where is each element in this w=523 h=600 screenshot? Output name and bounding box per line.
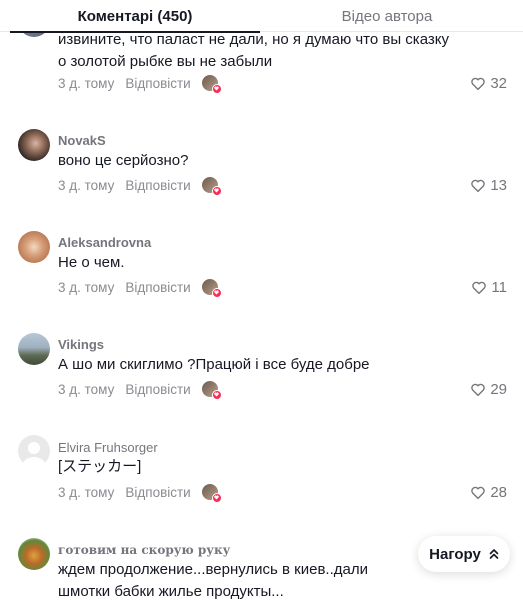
creator-liked-icon xyxy=(201,279,222,298)
creator-liked-icon xyxy=(201,75,222,94)
like-button[interactable]: 32 xyxy=(471,73,507,93)
reply-button[interactable]: Відповісти xyxy=(125,382,190,397)
comment-username[interactable]: готовим на скорую руку xyxy=(58,543,230,557)
avatar[interactable] xyxy=(18,538,50,570)
reply-button[interactable]: Відповісти xyxy=(125,485,190,500)
tab-comments[interactable]: Коментарі (450) xyxy=(10,0,260,33)
like-count: 29 xyxy=(490,380,507,398)
comment-tabs: Коментарі (450) Відео автора xyxy=(0,0,523,33)
back-to-top-label: Нагору xyxy=(429,545,481,563)
comment-text: ждем продолжение...вернулись в киев..дал… xyxy=(58,561,368,600)
avatar[interactable] xyxy=(18,129,50,161)
like-button[interactable]: 13 xyxy=(471,175,507,195)
reply-button[interactable]: Відповісти xyxy=(125,76,190,91)
comment-username[interactable]: Vikings xyxy=(58,337,104,352)
avatar[interactable] xyxy=(18,333,50,365)
comment-time: 3 д. тому xyxy=(58,75,115,91)
creator-liked-icon xyxy=(201,381,222,400)
comment-text: [ステッカー] xyxy=(58,458,142,475)
heart-outline-icon xyxy=(471,77,486,90)
heart-outline-icon xyxy=(471,179,486,192)
comment-username[interactable]: NovakS xyxy=(58,133,106,148)
comment-text: А шо ми скиглимо ?Працюй і все буде добр… xyxy=(58,356,370,373)
comment-text: воно це серйозно? xyxy=(58,152,189,169)
comment-username[interactable]: Elvira Fruhsorger xyxy=(58,440,158,455)
like-count: 32 xyxy=(490,74,507,92)
comment-time: 3 д. тому xyxy=(58,279,115,295)
comment-username[interactable]: Aleksandrovna xyxy=(58,235,151,250)
like-count: 11 xyxy=(491,278,507,296)
heart-outline-icon xyxy=(471,383,486,396)
like-button[interactable]: 28 xyxy=(471,482,507,502)
comment-time: 3 д. тому xyxy=(58,381,115,397)
comment-text: извините, что паласт не дали, но я думаю… xyxy=(58,31,449,70)
like-count: 28 xyxy=(490,483,507,501)
like-button[interactable]: 29 xyxy=(471,379,507,399)
reply-button[interactable]: Відповісти xyxy=(125,280,190,295)
heart-outline-icon xyxy=(471,486,486,499)
avatar[interactable] xyxy=(18,231,50,263)
creator-liked-icon xyxy=(201,177,222,196)
chevron-double-up-icon xyxy=(489,549,499,559)
avatar[interactable] xyxy=(18,435,50,467)
like-button[interactable]: 11 xyxy=(472,277,507,297)
heart-outline-icon xyxy=(472,281,487,294)
like-count: 13 xyxy=(490,176,507,194)
back-to-top-button[interactable]: Нагору xyxy=(418,536,510,572)
default-avatar-icon xyxy=(22,442,46,467)
tab-author-videos[interactable]: Відео автора xyxy=(262,0,512,32)
comment-time: 3 д. тому xyxy=(58,177,115,193)
comment-text: Не о чем. xyxy=(58,254,125,271)
comment-time: 3 д. тому xyxy=(58,484,115,500)
reply-button[interactable]: Відповісти xyxy=(125,178,190,193)
creator-liked-icon xyxy=(201,484,222,503)
